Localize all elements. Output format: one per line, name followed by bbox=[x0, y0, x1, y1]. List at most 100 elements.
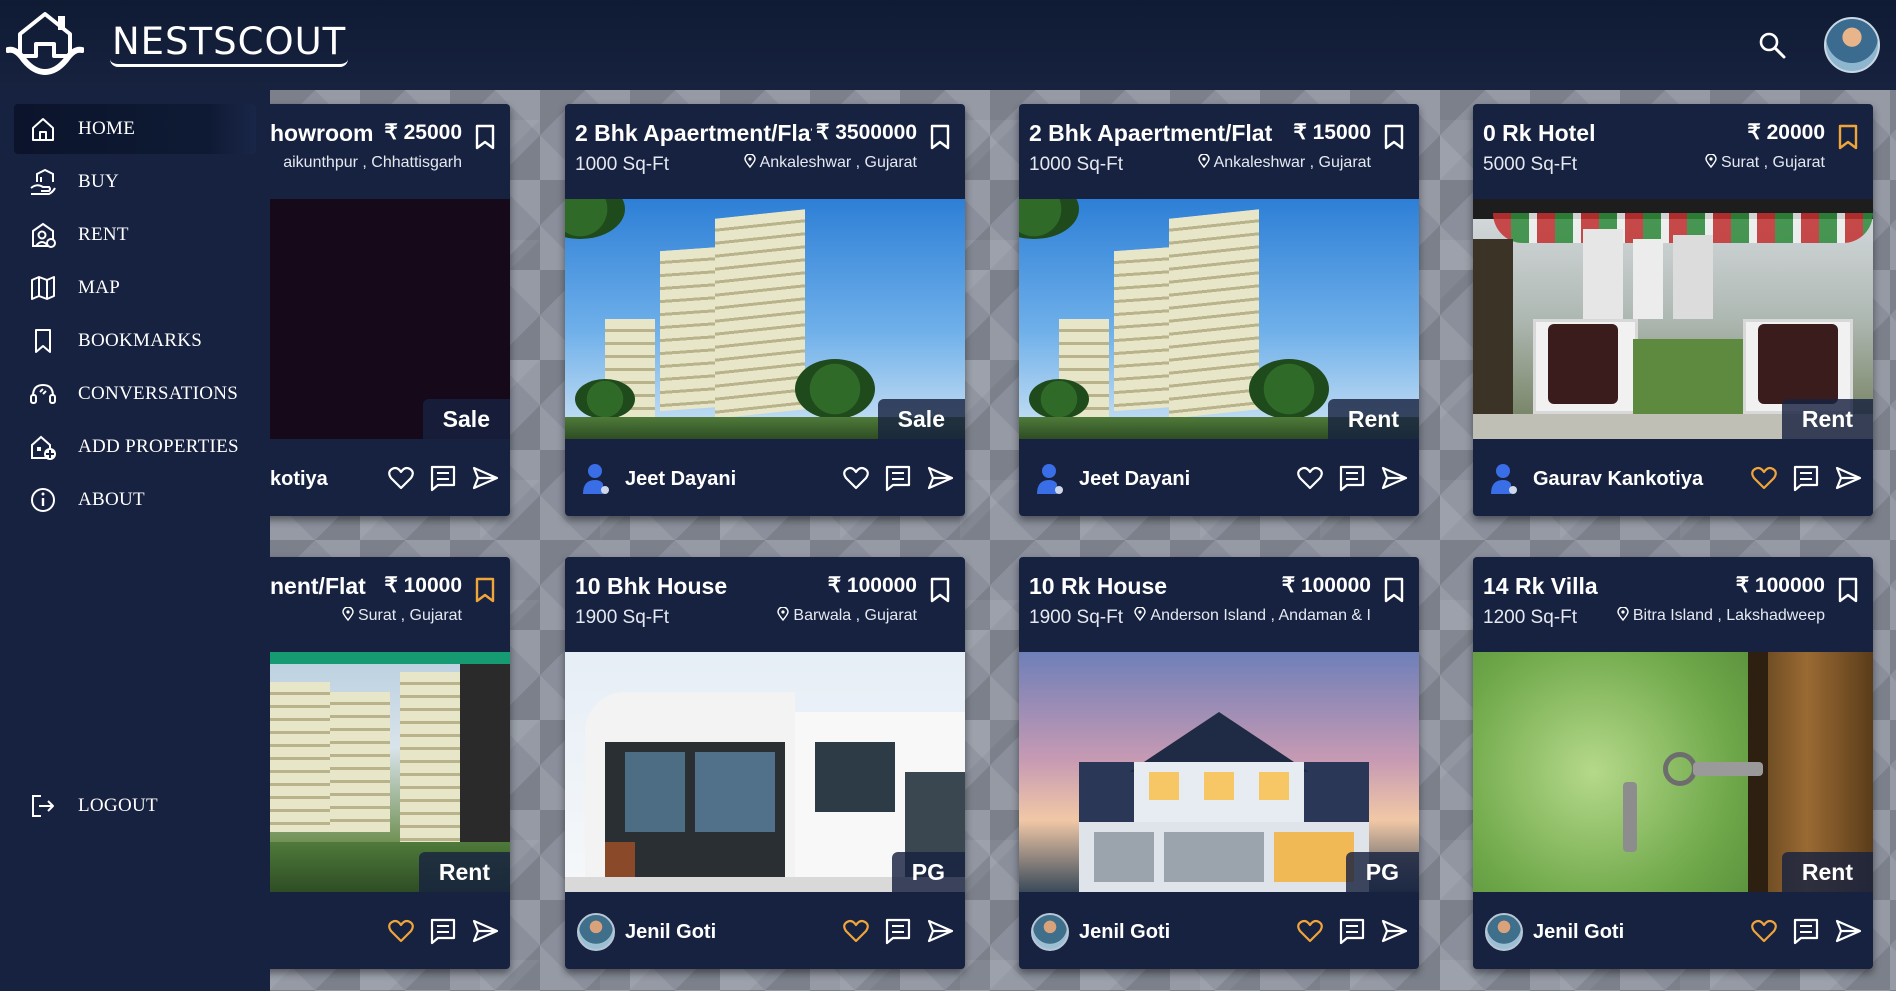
comment-icon[interactable] bbox=[428, 916, 458, 946]
card-footer: Jenil Goti bbox=[1019, 892, 1419, 969]
comment-icon[interactable] bbox=[1791, 463, 1821, 493]
comment-icon[interactable] bbox=[1337, 916, 1367, 946]
card-footer: Jenil Goti bbox=[1473, 892, 1873, 969]
heart-icon[interactable] bbox=[841, 463, 871, 493]
property-image[interactable]: Rent bbox=[1473, 199, 1873, 439]
property-image[interactable]: Rent bbox=[1473, 652, 1873, 892]
sidebar-item-rent[interactable]: RENT bbox=[14, 210, 256, 260]
property-card[interactable]: nent/Flat ₹ 10000 Surat , Gujarat Rent bbox=[270, 557, 510, 969]
property-card[interactable]: 2 Bhk Apaertment/Flat ₹ 15000 1000 Sq-Ft… bbox=[1019, 104, 1419, 516]
add-property-icon bbox=[28, 432, 58, 462]
bookmark-icon[interactable] bbox=[929, 124, 951, 150]
share-send-icon[interactable] bbox=[470, 463, 500, 493]
property-card[interactable]: 10 Rk House ₹ 100000 1900 Sq-Ft Anderson… bbox=[1019, 557, 1419, 969]
property-price: ₹ 100000 bbox=[1731, 573, 1825, 598]
sidebar-item-bookmarks[interactable]: BOOKMARKS bbox=[14, 316, 256, 366]
owner[interactable]: kotiya bbox=[270, 459, 328, 499]
bookmark-icon[interactable] bbox=[474, 577, 496, 603]
property-image[interactable]: Sale bbox=[565, 199, 965, 439]
card-header: 2 Bhk Apaertment/Flat ₹ 15000 1000 Sq-Ft… bbox=[1019, 104, 1419, 199]
share-send-icon[interactable] bbox=[925, 916, 955, 946]
bookmark-icon[interactable] bbox=[929, 577, 951, 603]
location-text: Barwala , Gujarat bbox=[793, 607, 917, 624]
heart-icon[interactable] bbox=[386, 463, 416, 493]
property-card[interactable]: 10 Bhk House ₹ 100000 1900 Sq-Ft Barwala… bbox=[565, 557, 965, 969]
comment-icon[interactable] bbox=[428, 463, 458, 493]
card-actions bbox=[1749, 463, 1863, 493]
share-send-icon[interactable] bbox=[1379, 463, 1409, 493]
property-image[interactable]: Rent bbox=[270, 652, 510, 892]
owner[interactable]: Jeet Dayani bbox=[577, 459, 736, 499]
property-area: 1000 Sq-Ft bbox=[1029, 154, 1123, 175]
heart-icon[interactable] bbox=[1295, 916, 1325, 946]
share-send-icon[interactable] bbox=[925, 463, 955, 493]
owner[interactable]: Jeet Dayani bbox=[1031, 459, 1190, 499]
owner[interactable]: Jenil Goti bbox=[1485, 912, 1624, 952]
property-location: Bitra Island , Lakshadweep bbox=[1614, 607, 1825, 625]
logout-button[interactable]: LOGOUT bbox=[14, 781, 256, 831]
card-header: 14 Rk Villa ₹ 100000 1200 Sq-Ft Bitra Is… bbox=[1473, 557, 1873, 652]
property-image[interactable]: PG bbox=[1019, 652, 1419, 892]
property-card[interactable]: 0 Rk Hotel ₹ 20000 5000 Sq-Ft Surat , Gu… bbox=[1473, 104, 1873, 516]
location-text: Surat , Gujarat bbox=[1720, 154, 1825, 171]
sidebar-item-add-properties[interactable]: ADD PROPERTIES bbox=[14, 422, 256, 472]
owner[interactable]: Jenil Goti bbox=[1031, 912, 1170, 952]
property-card[interactable]: 14 Rk Villa ₹ 100000 1200 Sq-Ft Bitra Is… bbox=[1473, 557, 1873, 969]
card-footer: kotiya bbox=[270, 439, 510, 516]
sidebar-item-buy[interactable]: BUY bbox=[14, 157, 256, 207]
map-icon bbox=[28, 273, 58, 303]
property-image[interactable]: PG bbox=[565, 652, 965, 892]
property-title: nent/Flat bbox=[270, 573, 366, 599]
property-image[interactable]: Sale bbox=[270, 199, 510, 439]
sidebar-item-about[interactable]: ABOUT bbox=[14, 475, 256, 525]
property-price: ₹ 100000 bbox=[823, 573, 917, 598]
comment-icon[interactable] bbox=[883, 916, 913, 946]
listing-type-badge: Sale bbox=[877, 399, 965, 439]
owner[interactable]: Gaurav Kankotiya bbox=[1485, 459, 1703, 499]
brand-name[interactable]: NESTSCOUT bbox=[110, 22, 349, 67]
owner[interactable]: Jenil Goti bbox=[577, 912, 716, 952]
sidebar-item-map[interactable]: MAP bbox=[14, 263, 256, 313]
bookmark-icon[interactable] bbox=[1837, 124, 1859, 150]
property-card[interactable]: howroom ₹ 25000 aikunthpur , Chhattisgar… bbox=[270, 104, 510, 516]
user-avatar[interactable] bbox=[1824, 17, 1880, 73]
sidebar-item-conversations[interactable]: CONVERSATIONS bbox=[14, 369, 256, 419]
property-location: Anderson Island , Andaman & I bbox=[1132, 607, 1371, 625]
heart-icon[interactable] bbox=[1749, 463, 1779, 493]
bookmark-icon[interactable] bbox=[1383, 124, 1405, 150]
property-area: 1900 Sq-Ft bbox=[1029, 607, 1123, 628]
comment-icon[interactable] bbox=[1337, 463, 1367, 493]
share-send-icon[interactable] bbox=[470, 916, 500, 946]
rent-person-house-icon bbox=[28, 220, 58, 250]
heart-icon[interactable] bbox=[386, 916, 416, 946]
location-pin-icon bbox=[342, 607, 354, 621]
bookmark-icon[interactable] bbox=[1383, 577, 1405, 603]
bookmark-icon[interactable] bbox=[1837, 577, 1859, 603]
comment-icon[interactable] bbox=[1791, 916, 1821, 946]
property-location: Surat , Gujarat bbox=[1702, 154, 1825, 172]
heart-icon[interactable] bbox=[1749, 916, 1779, 946]
card-actions bbox=[1295, 463, 1409, 493]
logo-icon[interactable] bbox=[6, 10, 84, 78]
share-send-icon[interactable] bbox=[1833, 916, 1863, 946]
owner-name: Jeet Dayani bbox=[625, 467, 737, 490]
property-area: 1900 Sq-Ft bbox=[575, 607, 669, 628]
owner-name: Gaurav Kankotiya bbox=[1533, 467, 1704, 490]
location-pin-icon bbox=[1705, 154, 1717, 168]
owner-name: kotiya bbox=[270, 467, 328, 490]
heart-icon[interactable] bbox=[1295, 463, 1325, 493]
search-icon[interactable] bbox=[1757, 30, 1787, 60]
card-header: 0 Rk Hotel ₹ 20000 5000 Sq-Ft Surat , Gu… bbox=[1473, 104, 1873, 199]
heart-icon[interactable] bbox=[841, 916, 871, 946]
property-card[interactable]: 2 Bhk Apaertment/Flat ₹ 3500000 1000 Sq-… bbox=[565, 104, 965, 516]
property-title: 14 Rk Villa bbox=[1483, 573, 1598, 599]
sidebar-item-home[interactable]: HOME bbox=[14, 104, 256, 154]
bookmark-icon[interactable] bbox=[474, 124, 496, 150]
listing-type-badge: Rent bbox=[1781, 852, 1873, 892]
buy-hand-icon bbox=[28, 167, 58, 197]
share-send-icon[interactable] bbox=[1379, 916, 1409, 946]
comment-icon[interactable] bbox=[883, 463, 913, 493]
home-icon bbox=[28, 114, 58, 144]
property-image[interactable]: Rent bbox=[1019, 199, 1419, 439]
share-send-icon[interactable] bbox=[1833, 463, 1863, 493]
